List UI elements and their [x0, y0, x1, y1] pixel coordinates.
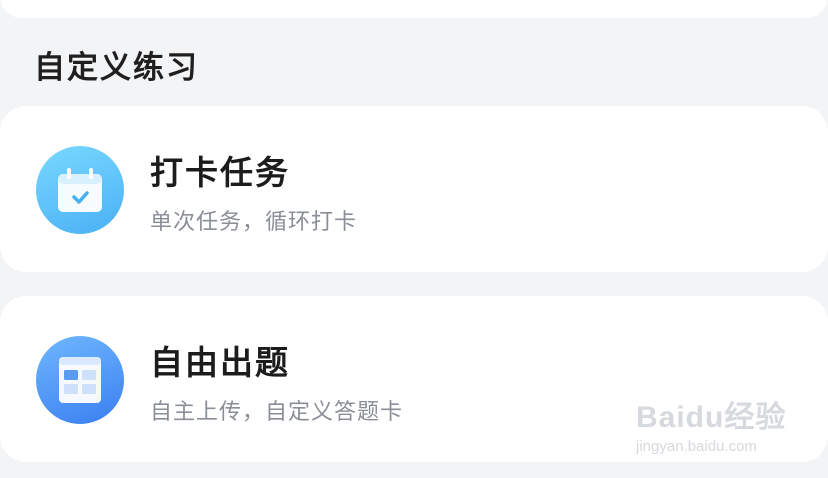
check-in-task-card[interactable]: 打卡任务 单次任务，循环打卡: [0, 106, 828, 272]
card-title: 自由出题: [150, 343, 290, 382]
calendar-check-icon: [36, 146, 124, 234]
watermark-url: jingyan.baidu.com: [636, 438, 757, 455]
card-title: 打卡任务: [150, 153, 290, 192]
previous-card[interactable]: [0, 0, 828, 18]
watermark-logo: Baidu经验: [636, 401, 787, 434]
answer-sheet-icon: [36, 336, 124, 424]
card-subtitle: 单次任务，循环打卡: [150, 210, 358, 235]
baidu-jingyan-watermark: Baidu经验 jingyan.baidu.com: [636, 392, 786, 462]
card-subtitle: 自主上传，自定义答题卡: [150, 400, 404, 425]
section-title: 自定义练习: [34, 50, 199, 86]
